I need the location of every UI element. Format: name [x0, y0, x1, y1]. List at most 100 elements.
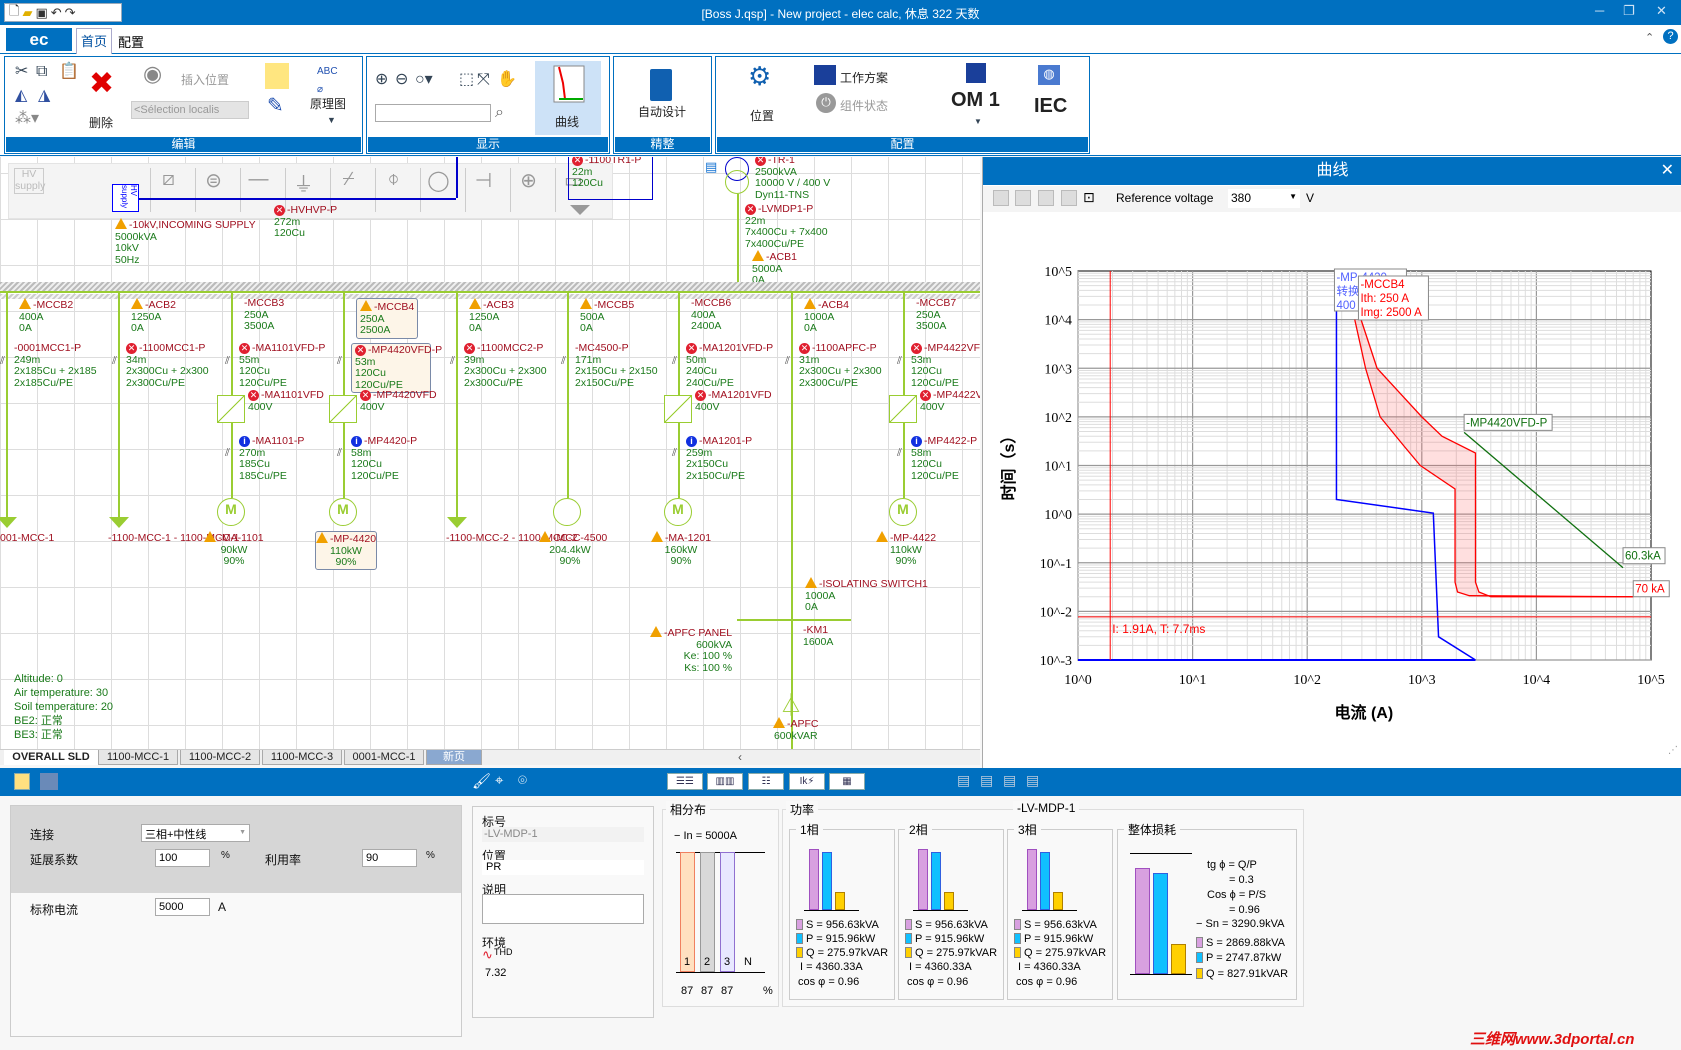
location-field[interactable]: PR — [482, 860, 644, 875]
breaker-1[interactable]: -ACB2 1250A 0A — [131, 298, 176, 335]
hv-supply-box[interactable]: HV supply — [112, 184, 139, 212]
close-icon[interactable]: ✕ — [1661, 157, 1674, 185]
collapse-ribbon-icon[interactable]: ⌃ — [1645, 31, 1654, 44]
load-6[interactable]: -MA-1201 160kW 90% — [650, 531, 712, 568]
tag-field[interactable]: -LV-MDP-1 — [482, 827, 644, 842]
edit-pen-icon[interactable]: ✎ — [267, 96, 284, 116]
auto-design-button[interactable]: 自动设计 — [638, 103, 686, 120]
vfd-icon[interactable] — [664, 395, 692, 423]
sheet-tab[interactable]: OVERALL SLD — [4, 750, 98, 765]
transformer-symbol-icon[interactable]: ⧄ — [150, 168, 186, 212]
tab-config[interactable]: 配置 — [114, 30, 148, 53]
om-clapperboard-icon[interactable] — [966, 63, 986, 83]
clapperboard-icon[interactable] — [814, 65, 836, 85]
curve-remove-icon[interactable] — [1061, 190, 1077, 206]
motor-cable-3[interactable]: i -MP4420-P 58m 120Cu 120Cu/PE — [351, 435, 417, 482]
search-input[interactable] — [375, 104, 491, 122]
vfd-3[interactable]: ✕ -MP4420VFD 400V — [360, 389, 437, 413]
motor-icon[interactable]: M — [217, 498, 245, 526]
capacitor-icon[interactable]: ⊣ — [465, 168, 501, 212]
schematic-icon[interactable]: ABC ⌀ — [317, 63, 338, 99]
chevron-down-icon[interactable]: ▼ — [327, 111, 336, 129]
map-pin-icon[interactable]: ⌖ — [495, 772, 503, 789]
breaker-7[interactable]: -ACB4 1000A 0A — [804, 298, 849, 335]
contactor[interactable]: -KM1 1600A — [803, 624, 833, 648]
vfd-icon[interactable] — [889, 395, 917, 423]
double-transformer-icon[interactable]: ⊜ — [195, 168, 231, 212]
close-button[interactable]: ✕ — [1656, 3, 1667, 19]
curve-tool-2-icon[interactable] — [1015, 190, 1031, 206]
table-view-icon[interactable]: ☰☰ — [667, 773, 703, 790]
motor-cable-2[interactable]: i -MA1101-P 270m 185Cu 185Cu/PE — [239, 435, 304, 482]
list-view-icon[interactable]: ☷ — [748, 773, 784, 790]
breaker-4[interactable]: -ACB3 1250A 0A — [469, 298, 514, 335]
curves-button[interactable]: 曲线 — [535, 61, 601, 135]
flip-right-icon[interactable]: ◮ — [38, 87, 50, 105]
transformer[interactable]: ✕ -TR-1 2500kVA 10000 V / 400 V Dyn11-TNS — [755, 157, 830, 201]
fit-view-icon[interactable]: ⊡ — [1083, 189, 1095, 206]
zoom-out-icon[interactable]: ⊖ — [395, 71, 408, 89]
location-select[interactable]: <Sélection localis — [131, 101, 249, 119]
single-line-diagram-canvas[interactable]: HV supply ⧄ ⊜ — ⏚ ⌿ ⌽ ◯ ⊣ ⊕ ▭ HV supply -10kV,INCOMI… — [0, 157, 980, 749]
scroll-left-icon[interactable]: ‹ — [738, 750, 742, 764]
cable-7[interactable]: ✕ -1100APFC-P 31m 2x300Cu + 2x300 2x300Cu/PE — [799, 342, 882, 389]
curve-tool-1-icon[interactable] — [993, 190, 1009, 206]
search-tool-icon[interactable]: ▤ — [1003, 772, 1016, 789]
breaker-5[interactable]: -MCCB5 500A 0A — [580, 298, 634, 335]
hand-icon[interactable]: ✋ — [497, 71, 517, 89]
incoming-supply[interactable]: -10kV,INCOMING SUPPLY 5000kVA 10kV 50Hz — [115, 218, 256, 266]
properties-view-icon[interactable] — [14, 773, 30, 790]
busbar-symbol-icon[interactable]: — — [240, 168, 276, 212]
motor-cable-8[interactable]: i -MP4422-P 58m 120Cu 120Cu/PE — [911, 435, 977, 482]
insert-location-button[interactable]: 插入位置 — [181, 71, 229, 88]
brush-icon[interactable]: 🖌 — [472, 772, 491, 790]
breaker-2[interactable]: -MCCB3 250A 3500A — [244, 297, 284, 333]
lv-cable[interactable]: ✕ -LVMDP1-P 22m 7x400Cu + 7x400 7x400Cu/PE — [745, 203, 828, 250]
sheet-tab[interactable]: 1100-MCC-3 — [262, 750, 342, 765]
apfc-panel[interactable]: -APFC PANEL 600kVA Ke: 100 % Ks: 100 % — [650, 626, 732, 674]
location-pin-icon[interactable]: ◉ — [143, 63, 162, 85]
zoom-window-icon[interactable]: ⬚ — [459, 71, 474, 89]
load-icon[interactable] — [553, 498, 581, 526]
zoom-fit-icon[interactable]: ○▾ — [415, 71, 433, 89]
grid-view-icon[interactable]: ▦ — [829, 773, 865, 790]
cable-0[interactable]: -0001MCC1-P 249m 2x185Cu + 2x185 2x185Cu/PE — [14, 342, 97, 389]
load-5[interactable]: -MCC-4500 204.4kW 90% — [539, 531, 607, 568]
feeder-arrow-icon[interactable] — [109, 517, 129, 528]
sheet-tab[interactable]: 新页 — [426, 750, 482, 765]
location-button[interactable]: 位置 — [750, 107, 774, 124]
vfd-8[interactable]: ✕-MP4422VFD400V — [920, 389, 980, 413]
extension-factor-input[interactable] — [155, 849, 210, 867]
work-plan-button[interactable]: 工作方案 — [840, 69, 888, 86]
user-tool-icon[interactable]: ▤ — [980, 772, 993, 789]
cable-3[interactable]: ✕ -MP4420VFD-P 53m 120Cu 120Cu/PE — [351, 343, 442, 393]
om-dropdown-icon[interactable]: ▼ — [974, 113, 982, 131]
reference-voltage-select[interactable]: 380 ▼ — [1228, 189, 1300, 208]
load-8[interactable]: -MP-4422 110kW 90% — [875, 531, 937, 568]
iec-button[interactable]: IEC — [1034, 95, 1067, 118]
delete-button[interactable]: 删除 — [89, 114, 113, 131]
power-icon[interactable]: ⏻ — [816, 93, 836, 113]
feeder-destination[interactable]: 001-MCC-1 — [0, 532, 54, 545]
group-icon[interactable]: ⁂▾ — [15, 110, 39, 128]
remove-tool-icon[interactable]: ▤ — [1026, 772, 1039, 789]
cable-5[interactable]: -MC4500-P 171m 2x150Cu + 2x150 2x150Cu/PE — [575, 342, 658, 389]
target-icon[interactable]: ⌾ — [518, 772, 527, 789]
generator-icon[interactable]: ⊕ — [510, 168, 546, 212]
app-menu-button[interactable]: ec — [6, 28, 72, 51]
sheet-tab[interactable]: 0001-MCC-1 — [344, 750, 424, 765]
cable-8[interactable]: ✕-MP4422VFD-P53m120Cu120Cu/PE — [911, 342, 980, 389]
breaker-3[interactable]: -MCCB4 250A 2500A — [356, 298, 419, 339]
component-state-button[interactable]: 组件状态 — [840, 97, 888, 114]
breaker-6[interactable]: -MCCB6 400A 2400A — [691, 297, 731, 333]
calculator-icon[interactable] — [650, 69, 672, 101]
vfd-icon[interactable] — [329, 395, 357, 423]
location-gear-icon[interactable]: ⚙ — [748, 63, 771, 89]
cable-6[interactable]: ✕ -MA1201VFD-P 50m 240Cu 240Cu/PE — [686, 342, 773, 389]
om-button[interactable]: OM 1 — [951, 89, 1000, 112]
motor-icon[interactable]: M — [329, 498, 357, 526]
flip-left-icon[interactable]: ◭ — [15, 87, 27, 105]
curve-add-icon[interactable] — [1038, 190, 1054, 206]
vfd-icon[interactable] — [217, 395, 245, 423]
trip-curve-chart[interactable]: 10^0 10^1 10^2 10^3 10^4 10^5 10^-3 10^-2 10^-1 1… — [983, 213, 1681, 768]
